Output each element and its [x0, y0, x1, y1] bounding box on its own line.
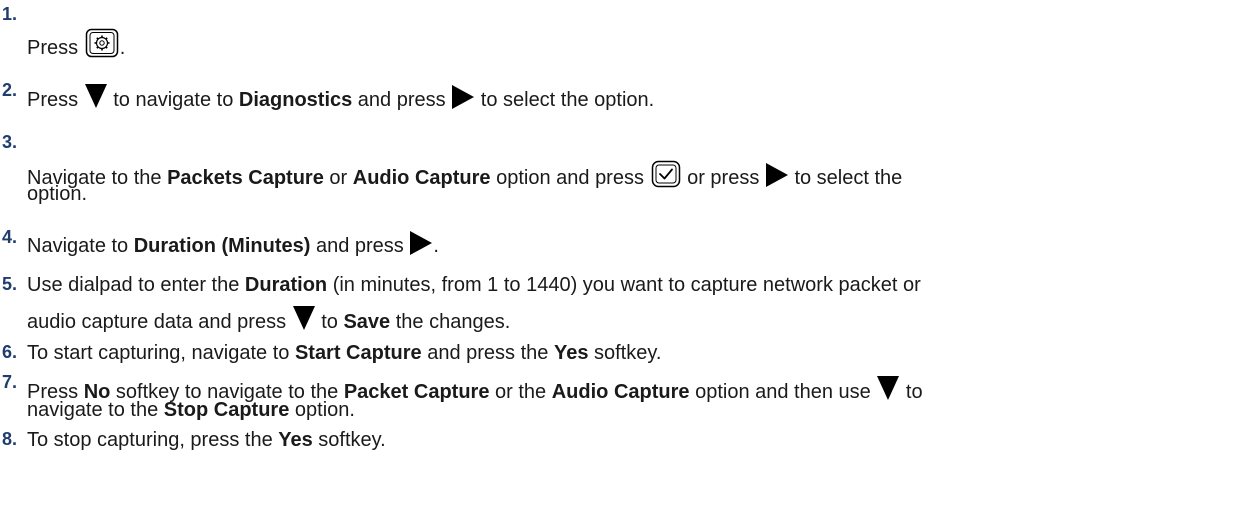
- step-number: 5.: [2, 274, 18, 294]
- down-arrow-icon: [877, 376, 900, 400]
- step-number: 8.: [2, 429, 18, 449]
- step-text-continued: option.: [27, 183, 88, 205]
- right-arrow-icon: [452, 85, 475, 109]
- step-text: Press .: [27, 28, 125, 63]
- down-arrow-icon: [84, 84, 107, 108]
- step-text: To stop capturing, press the Yes softkey…: [27, 429, 386, 451]
- step-number: 4.: [2, 227, 18, 247]
- right-arrow-icon: [765, 163, 788, 187]
- step-number: 2.: [2, 80, 18, 100]
- step-text-continued: navigate to the Stop Capture option.: [27, 399, 355, 421]
- step-text: Navigate to Duration (Minutes) and press…: [27, 231, 439, 257]
- step-text: Navigate to the Packets Capture or Audio…: [27, 160, 902, 193]
- right-arrow-icon: [410, 231, 433, 255]
- settings-key-icon: [85, 28, 119, 63]
- down-arrow-icon: [292, 306, 315, 330]
- select-key-icon: [651, 160, 681, 193]
- step-number: 7.: [2, 372, 18, 392]
- step-text: Press to navigate to Diagnostics and pre…: [27, 84, 654, 111]
- step-number: 6.: [2, 342, 18, 362]
- step-text: Use dialpad to enter the Duration (in mi…: [27, 274, 921, 296]
- step-number: 1.: [2, 4, 18, 24]
- step-number: 3.: [2, 132, 18, 152]
- step-text: To start capturing, navigate to Start Ca…: [27, 342, 662, 364]
- step-text-continued: audio capture data and press to Save the…: [27, 306, 510, 333]
